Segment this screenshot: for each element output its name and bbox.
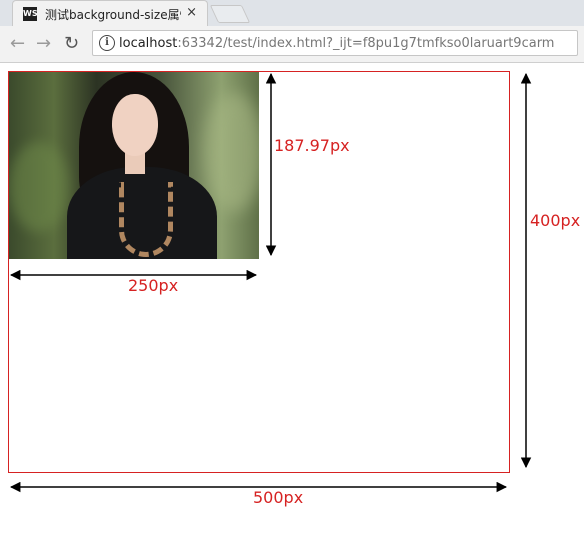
- url-host: localhost: [119, 36, 178, 51]
- dimension-arrows: [9, 72, 532, 493]
- tab-title: 测试background-size属性: [45, 8, 181, 22]
- address-bar[interactable]: i localhost:63342/test/index.html?_ijt=f…: [92, 30, 578, 56]
- url-path: :63342/test/index.html?_ijt=f8pu1g7tmfks…: [177, 36, 555, 51]
- info-icon[interactable]: i: [99, 35, 115, 51]
- image-height-label: 187.97px: [274, 136, 350, 155]
- url-text[interactable]: localhost:63342/test/index.html?_ijt=f8p…: [119, 36, 554, 51]
- back-icon[interactable]: ←: [10, 34, 25, 54]
- ws-app-icon: WS: [23, 7, 38, 21]
- new-tab-button[interactable]: [209, 5, 251, 23]
- browser-tabstrip: WS 测试background-size属性 ×: [0, 0, 584, 26]
- browser-tab[interactable]: WS 测试background-size属性 ×: [12, 0, 208, 26]
- reload-icon[interactable]: ↻: [64, 34, 79, 54]
- page-viewport: 187.97px 250px 400px 500px: [0, 63, 584, 533]
- browser-toolbar: ← → ↻ i localhost:63342/test/index.html?…: [0, 26, 584, 63]
- box-height-label: 400px: [530, 211, 581, 230]
- close-icon[interactable]: ×: [186, 5, 197, 20]
- forward-icon[interactable]: →: [36, 34, 51, 54]
- box-width-label: 500px: [253, 488, 304, 507]
- image-width-label: 250px: [128, 276, 179, 295]
